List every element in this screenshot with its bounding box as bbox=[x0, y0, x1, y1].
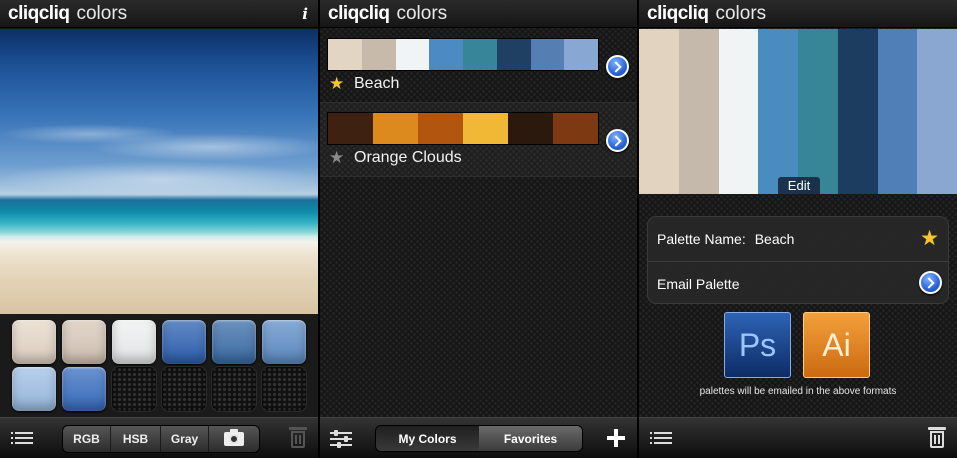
bottom-toolbar bbox=[639, 417, 957, 458]
trash-icon[interactable] bbox=[289, 427, 307, 448]
palette-row-beach[interactable]: ★ Beach bbox=[320, 29, 637, 103]
palette-name-row[interactable]: Palette Name: Beach ★ bbox=[648, 217, 948, 261]
title-bar: cliqcliq colors i bbox=[0, 0, 318, 28]
empty-swatch-slot[interactable] bbox=[262, 367, 306, 411]
palette-color-segment bbox=[418, 113, 463, 144]
rgb-button[interactable]: RGB bbox=[63, 426, 111, 452]
palette-color-column[interactable] bbox=[718, 29, 759, 194]
tab-my-colors[interactable]: My Colors bbox=[376, 426, 479, 451]
color-swatch[interactable] bbox=[62, 320, 106, 364]
settings-sliders-icon[interactable] bbox=[330, 430, 352, 448]
color-swatch[interactable] bbox=[12, 367, 56, 411]
palette-name: Orange Clouds bbox=[354, 149, 462, 166]
illustrator-icon[interactable]: Ai bbox=[803, 312, 870, 378]
title-bar: cliqcliq colors bbox=[639, 0, 957, 28]
disclosure-arrow-icon[interactable] bbox=[606, 129, 629, 152]
palette-options-group: Palette Name: Beach ★ Email Palette bbox=[647, 216, 949, 304]
trash-icon[interactable] bbox=[928, 427, 946, 448]
palette-color-segment bbox=[328, 113, 373, 144]
menu-list-icon[interactable] bbox=[650, 432, 672, 445]
color-swatch[interactable] bbox=[262, 320, 306, 364]
bottom-toolbar: My Colors Favorites bbox=[320, 417, 637, 458]
favorite-star-icon[interactable]: ★ bbox=[920, 226, 939, 251]
palette-name: Beach bbox=[354, 75, 400, 92]
palette-color-column[interactable] bbox=[917, 29, 957, 194]
palette-row-orange-clouds[interactable]: ★ Orange Clouds bbox=[320, 103, 637, 177]
logo-colors: colors bbox=[396, 2, 448, 24]
palette-color-column[interactable] bbox=[678, 29, 719, 194]
palette-color-segment bbox=[429, 39, 463, 70]
palette-color-segment bbox=[463, 39, 497, 70]
palette-color-segment bbox=[395, 39, 430, 70]
logo-cliqcliq: cliqcliq bbox=[328, 2, 390, 24]
list-tabs: My Colors Favorites bbox=[375, 425, 583, 452]
edit-button[interactable]: Edit bbox=[778, 177, 820, 194]
palette-detail-strip bbox=[639, 29, 957, 194]
camera-button[interactable] bbox=[209, 426, 259, 452]
palette-color-segment bbox=[508, 113, 553, 144]
camera-icon bbox=[224, 429, 244, 446]
palette-color-column[interactable] bbox=[758, 29, 798, 194]
add-palette-plus-icon[interactable] bbox=[607, 429, 625, 447]
palette-color-segment bbox=[496, 39, 531, 70]
disclosure-arrow-icon[interactable] bbox=[606, 55, 629, 78]
palette-color-segment bbox=[463, 113, 508, 144]
palette-color-strip bbox=[328, 113, 598, 144]
logo-cliqcliq: cliqcliq bbox=[8, 2, 70, 24]
favorite-star-icon[interactable]: ★ bbox=[329, 75, 344, 92]
hsb-button[interactable]: HSB bbox=[111, 426, 161, 452]
color-swatch[interactable] bbox=[212, 320, 256, 364]
camera-screen: cliqcliq colors i RGB HSB Gray bbox=[0, 0, 318, 458]
favorite-star-icon[interactable]: ★ bbox=[329, 149, 344, 166]
palette-color-segment bbox=[553, 113, 598, 144]
palette-color-segment bbox=[373, 113, 418, 144]
tab-favorites[interactable]: Favorites bbox=[479, 426, 582, 451]
color-swatch[interactable] bbox=[62, 367, 106, 411]
beach-photo[interactable] bbox=[0, 29, 318, 314]
palette-color-column[interactable] bbox=[837, 29, 878, 194]
empty-swatch-slot[interactable] bbox=[212, 367, 256, 411]
color-mode-segmented-control: RGB HSB Gray bbox=[62, 425, 260, 453]
palette-color-segment bbox=[530, 39, 565, 70]
color-swatch[interactable] bbox=[12, 320, 56, 364]
email-palette-label: Email Palette bbox=[657, 275, 740, 292]
palette-color-segment bbox=[361, 39, 396, 70]
logo-colors: colors bbox=[715, 2, 767, 24]
palette-color-segment bbox=[328, 39, 362, 70]
logo-cliqcliq: cliqcliq bbox=[647, 2, 709, 24]
bottom-toolbar: RGB HSB Gray bbox=[0, 417, 318, 458]
color-swatch[interactable] bbox=[112, 320, 156, 364]
photoshop-icon[interactable]: Ps bbox=[724, 312, 791, 378]
formats-note: palettes will be emailed in the above fo… bbox=[699, 386, 897, 397]
palette-name-value: Beach bbox=[754, 231, 795, 247]
palette-color-column[interactable] bbox=[798, 29, 838, 194]
palette-color-column[interactable] bbox=[639, 29, 679, 194]
title-bar: cliqcliq colors bbox=[320, 0, 637, 28]
swatch-grid bbox=[0, 314, 318, 417]
menu-list-icon[interactable] bbox=[11, 432, 33, 445]
email-palette-row[interactable]: Email Palette bbox=[648, 261, 948, 305]
color-swatch[interactable] bbox=[162, 320, 206, 364]
gray-button[interactable]: Gray bbox=[161, 426, 209, 452]
palette-color-segment bbox=[564, 39, 598, 70]
palette-detail-screen: cliqcliq colors Edit Palette Name: Beach… bbox=[639, 0, 957, 458]
disclosure-arrow-icon[interactable] bbox=[919, 271, 942, 294]
palette-list-screen: cliqcliq colors ★ Beach ★ Orange Clouds … bbox=[320, 0, 637, 458]
palette-name-label: Palette Name: bbox=[657, 231, 746, 247]
empty-swatch-slot[interactable] bbox=[112, 367, 156, 411]
palette-color-strip bbox=[328, 39, 598, 70]
empty-swatch-slot[interactable] bbox=[162, 367, 206, 411]
palette-color-column[interactable] bbox=[877, 29, 918, 194]
info-icon[interactable]: i bbox=[302, 5, 308, 23]
logo-colors: colors bbox=[76, 2, 128, 24]
